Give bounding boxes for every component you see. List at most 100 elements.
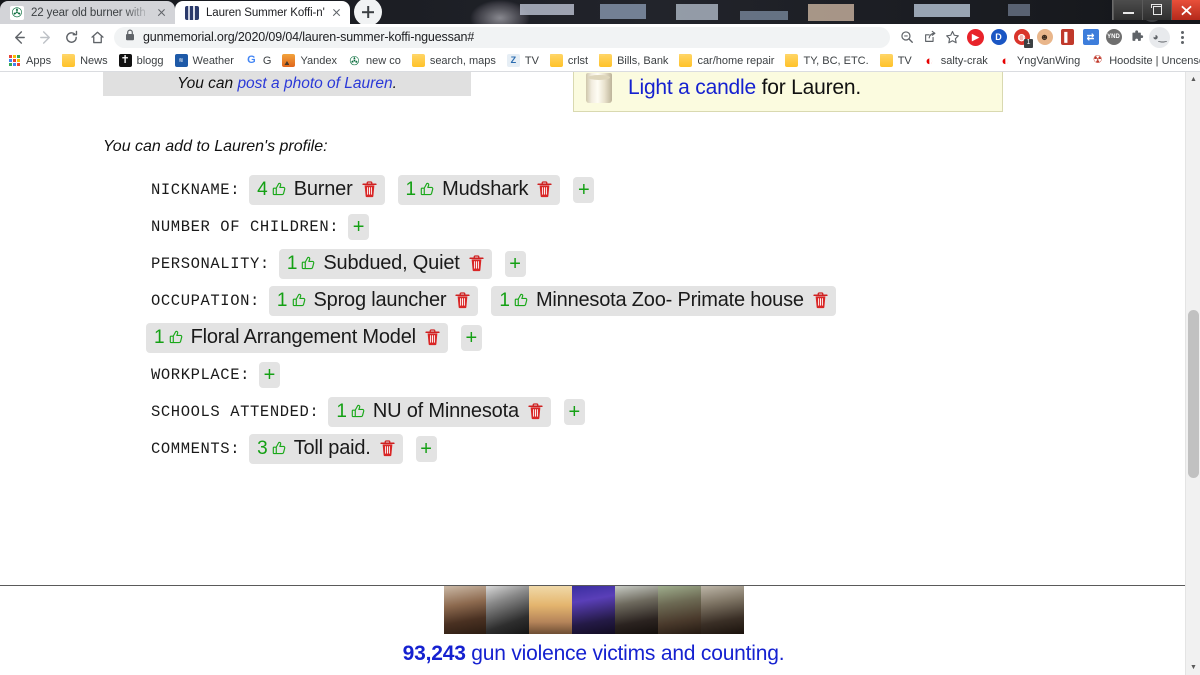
field-row-personality: PERSONALITY: 1 Subdued, Quiet + <box>0 246 1187 282</box>
scrollbar-thumb[interactable] <box>1188 310 1199 478</box>
add-comments-button[interactable]: + <box>415 436 437 462</box>
page-scrollbar[interactable]: ▲ ▼ <box>1185 72 1200 675</box>
bookmark-car-home-repair[interactable]: car/home repair <box>679 54 774 67</box>
trash-icon[interactable] <box>813 292 828 309</box>
wallpaper-thumb <box>1008 4 1030 16</box>
profile-avatar-icon[interactable]: ◕‿ <box>1148 26 1171 49</box>
bookmark-blogg[interactable]: ✝ blogg <box>118 54 164 67</box>
add-workplace-button[interactable]: + <box>259 362 281 388</box>
field-label: NUMBER OF CHILDREN: <box>151 218 340 236</box>
close-icon[interactable] <box>154 5 169 20</box>
post-photo-banner[interactable]: You can post a photo of Lauren. <box>103 72 471 96</box>
thumbs-up-icon[interactable] <box>300 255 317 272</box>
add-nickname-button[interactable]: + <box>573 177 595 203</box>
translate-extension-icon[interactable]: ⇄ <box>1079 26 1102 49</box>
vote-count: 1 <box>286 252 298 274</box>
reload-button[interactable] <box>58 25 84 49</box>
puzzle-extensions-icon[interactable] <box>1125 26 1148 49</box>
trash-icon[interactable] <box>425 329 440 346</box>
dashlane-extension-icon[interactable]: D <box>987 26 1010 49</box>
bookmark-tv-2[interactable]: TV <box>879 54 912 67</box>
bookmark-search-maps[interactable]: search, maps <box>411 54 496 67</box>
tag-item[interactable]: 1 Minnesota Zoo- Primate house <box>491 286 836 316</box>
tag-item[interactable]: 1 Floral Arrangement Model <box>146 323 448 353</box>
light-candle-banner[interactable]: Light a candle for Lauren. <box>573 72 1003 112</box>
video-downloader-extension-icon[interactable]: ▶ <box>964 26 987 49</box>
tag-item[interactable]: 4 Burner <box>249 175 385 205</box>
trash-icon[interactable] <box>528 403 543 420</box>
tab-gunmemorial[interactable]: Lauren Summer Koffi-n'guessan. <box>175 1 350 24</box>
maximize-button[interactable] <box>1142 0 1171 20</box>
trash-icon[interactable] <box>455 292 470 309</box>
bookmark-yngvanwing[interactable]: ◐ YngVanWing <box>998 54 1080 67</box>
bookmark-google[interactable]: G G <box>244 54 271 67</box>
tab-title: Lauren Summer Koffi-n'guessan. <box>206 6 325 19</box>
privacy-extension-icon[interactable]: ☻ <box>1033 26 1056 49</box>
tab-reddit[interactable]: ✇ 22 year old burner with 3 sprogl <box>0 1 175 24</box>
pocket-extension-icon[interactable]: ▌ <box>1056 26 1079 49</box>
yandex-extension-icon[interactable]: YND <box>1102 26 1125 49</box>
close-button[interactable] <box>1171 0 1200 20</box>
tag-item[interactable]: 1 Mudshark <box>397 175 561 205</box>
victim-photo <box>572 586 615 634</box>
bookmark-apps[interactable]: Apps <box>8 54 51 67</box>
bookmark-star-icon[interactable] <box>941 26 964 49</box>
home-button[interactable] <box>84 25 110 49</box>
tag-item[interactable]: 1 Subdued, Quiet <box>278 249 492 279</box>
wallpaper-thumb <box>520 4 574 15</box>
thumbs-up-icon[interactable] <box>271 181 288 198</box>
lock-icon <box>125 28 135 46</box>
bookmark-salty-crak[interactable]: ◐ salty-crak <box>922 54 988 67</box>
new-tab-button[interactable] <box>354 0 382 24</box>
bookmark-new-co[interactable]: ✇ new co <box>347 54 401 67</box>
bookmark-weather[interactable]: ≋ Weather <box>174 54 234 67</box>
chrome-menu-icon[interactable] <box>1171 26 1194 49</box>
trash-icon[interactable] <box>537 181 552 198</box>
tag-item[interactable]: 3 Toll paid. <box>249 434 403 464</box>
trash-icon[interactable] <box>468 255 484 272</box>
tag-item[interactable]: 1 NU of Minnesota <box>328 397 551 427</box>
candle-suffix: for Lauren. <box>755 75 862 99</box>
tag-text: Sprog launcher <box>313 289 447 311</box>
thumbs-up-icon[interactable] <box>168 329 185 346</box>
minimize-button[interactable] <box>1113 0 1142 20</box>
field-row-occupation: OCCUPATION: 1 Sprog launcher 1 Minnesota… <box>0 283 1187 319</box>
zoom-icon[interactable] <box>895 26 918 49</box>
bookmark-hoodsite[interactable]: ☢ Hoodsite | Uncenso... <box>1091 54 1200 67</box>
share-icon[interactable] <box>918 26 941 49</box>
add-occupation-button[interactable]: + <box>460 325 482 351</box>
arrow-right-icon <box>39 30 50 44</box>
address-bar[interactable]: gunmemorial.org/2020/09/04/lauren-summer… <box>114 26 890 48</box>
light-candle-link[interactable]: Light a candle <box>628 76 756 99</box>
add-schools-attended-button[interactable]: + <box>563 399 585 425</box>
thumbs-up-icon[interactable] <box>271 440 288 457</box>
tag-text: Burner <box>293 178 353 200</box>
folder-icon <box>679 54 693 67</box>
bookmark-crlst[interactable]: crlst <box>549 54 588 67</box>
weather-icon: ≋ <box>174 54 188 67</box>
post-photo-link[interactable]: post a photo of Lauren <box>237 75 392 92</box>
forward-button[interactable] <box>32 25 58 49</box>
thumbs-up-icon[interactable] <box>513 292 530 309</box>
back-button[interactable] <box>6 25 32 49</box>
bookmarks-bar: Apps News ✝ blogg ≋ Weather G G Yandex ✇… <box>0 50 1200 72</box>
tag-item[interactable]: 1 Sprog launcher <box>268 286 479 316</box>
thumbs-up-icon[interactable] <box>350 403 367 420</box>
close-icon[interactable] <box>329 5 344 20</box>
thumbs-up-icon[interactable] <box>419 181 436 198</box>
trash-icon[interactable] <box>361 181 377 198</box>
bookmark-tv-1[interactable]: Z TV <box>506 54 539 67</box>
scroll-up-arrow-icon[interactable]: ▲ <box>1186 72 1200 87</box>
add-number-of-children-button[interactable]: + <box>348 214 370 240</box>
bookmark-yandex[interactable]: Yandex <box>282 54 337 67</box>
bookmark-bills-bank[interactable]: Bills, Bank <box>599 54 668 67</box>
adblock-extension-icon[interactable]: ◍ 1 <box>1010 26 1033 49</box>
trash-icon[interactable] <box>380 440 395 457</box>
scroll-down-arrow-icon[interactable]: ▼ <box>1186 660 1200 675</box>
tag-text: Subdued, Quiet <box>323 252 460 274</box>
bookmark-ty-bc-etc[interactable]: TY, BC, ETC. <box>785 54 869 67</box>
add-personality-button[interactable]: + <box>504 251 526 277</box>
thumbs-up-icon[interactable] <box>291 292 308 309</box>
bookmark-news[interactable]: News <box>62 54 108 67</box>
google-icon: G <box>244 54 258 67</box>
